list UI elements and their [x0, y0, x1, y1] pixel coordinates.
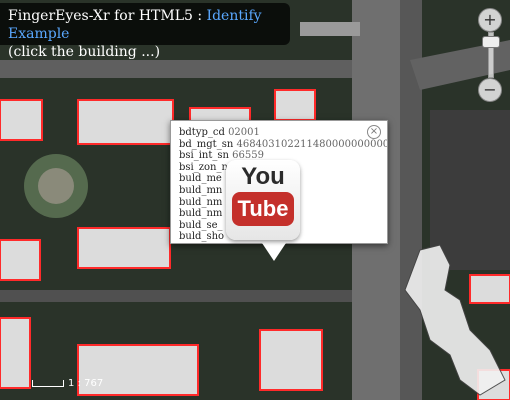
popup-attribute-row: bdtyp_cd 02001 — [179, 127, 379, 139]
popup-attribute-row: bd_mgt_sn 4684031022114800000000007 — [179, 138, 387, 151]
attribute-key: buld_nm — [179, 196, 223, 208]
attribute-key: bul_dpn — [179, 243, 219, 244]
youtube-icon[interactable]: You Tube — [226, 160, 300, 240]
attribute-key: bd_mgt_sn — [179, 138, 234, 150]
zoom-slider-thumb[interactable] — [482, 36, 500, 48]
title-panel: FingerEyes-Xr for HTML5 : Identify Examp… — [0, 3, 290, 60]
attribute-key: buld_nm — [179, 208, 223, 220]
attribute-key: bsi_zon_n — [179, 161, 228, 173]
attribute-key: buld_mn — [179, 184, 223, 196]
map-scale: 1 : 767 — [32, 378, 103, 389]
zoom-out-button[interactable]: − — [478, 78, 502, 102]
attribute-key: buld_sho — [179, 231, 225, 243]
attribute-key: buld_se_ — [179, 219, 223, 231]
attribute-key: bdtyp_cd — [179, 127, 225, 138]
scale-ratio: 1 : 767 — [68, 378, 104, 389]
subtitle: (click the building ...) — [8, 44, 161, 60]
attribute-key: buld_me — [179, 173, 222, 185]
attribute-value: 4684031022114800000000007 — [236, 138, 388, 150]
scale-bar — [32, 379, 64, 387]
youtube-you-text: You — [241, 163, 285, 190]
zoom-in-button[interactable]: + — [478, 8, 502, 32]
zoom-control: + − — [478, 8, 502, 102]
youtube-tube-text: Tube — [231, 192, 295, 226]
popup-pointer — [262, 243, 286, 261]
close-icon[interactable]: × — [367, 125, 381, 139]
title-line: FingerEyes-Xr for HTML5 : Identify Examp… — [8, 7, 282, 43]
title-text: FingerEyes-Xr for HTML5 : — [8, 8, 207, 24]
attribute-value: 02001 — [228, 127, 260, 138]
attribute-key: bsi_int_sn — [179, 150, 229, 162]
